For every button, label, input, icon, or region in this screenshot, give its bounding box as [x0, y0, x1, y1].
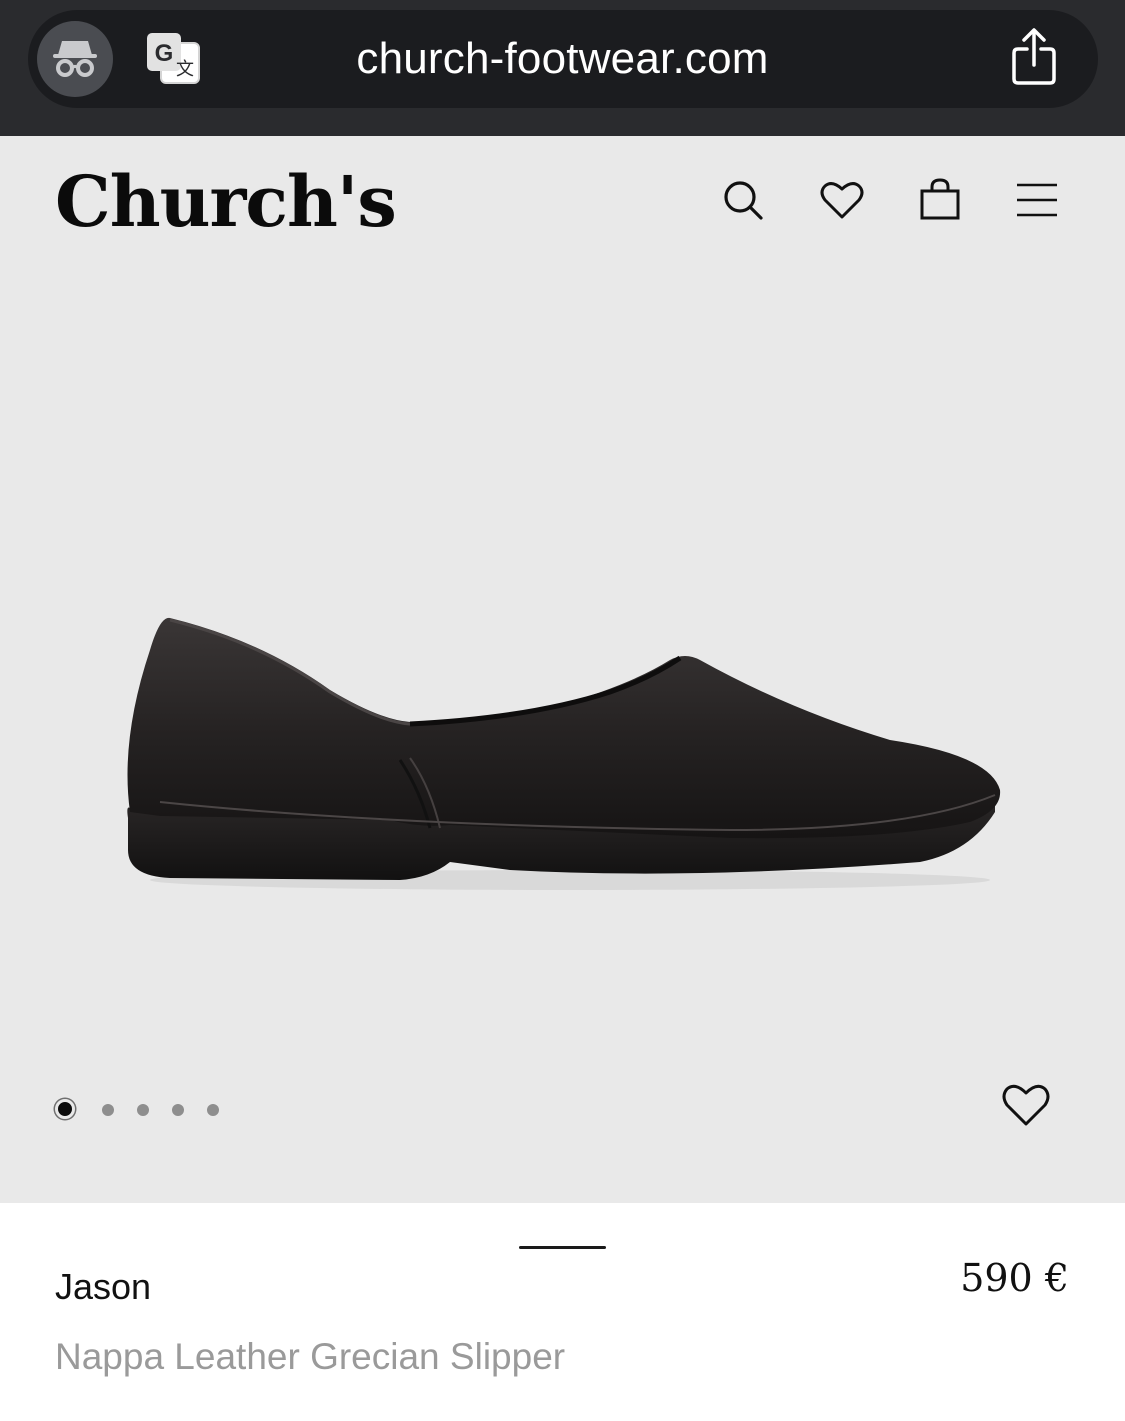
menu-icon: [1015, 182, 1059, 223]
heart-icon: [1002, 1083, 1050, 1132]
translate-icon: G 文: [145, 31, 201, 90]
svg-text:文: 文: [176, 59, 194, 80]
browser-toolbar: G 文 church-footwear.com: [0, 0, 1125, 136]
wishlist-button[interactable]: [814, 174, 870, 230]
carousel-dot-active[interactable]: [55, 1099, 75, 1119]
product-subtitle: Nappa Leather Grecian Slipper: [55, 1336, 566, 1377]
search-button[interactable]: [715, 174, 771, 230]
carousel-dot[interactable]: [137, 1104, 149, 1116]
product-name: Jason: [55, 1266, 152, 1307]
search-icon: [721, 178, 765, 227]
brand-logo[interactable]: Church's: [55, 162, 425, 242]
incognito-button[interactable]: [37, 21, 113, 97]
incognito-icon: [50, 35, 100, 84]
heart-icon: [820, 180, 864, 225]
carousel-dot[interactable]: [207, 1104, 219, 1116]
cart-button[interactable]: [912, 172, 968, 228]
share-icon: [1010, 27, 1058, 92]
share-button[interactable]: [1004, 27, 1064, 91]
carousel-dot[interactable]: [172, 1104, 184, 1116]
carousel-dot[interactable]: [102, 1104, 114, 1116]
translate-button[interactable]: G 文: [144, 32, 202, 88]
svg-text:G: G: [155, 40, 174, 67]
sheet-drag-handle[interactable]: [519, 1246, 606, 1249]
add-to-wishlist-button[interactable]: [1000, 1082, 1052, 1132]
url-text[interactable]: church-footwear.com: [250, 30, 875, 88]
product-image[interactable]: [90, 590, 1030, 910]
shopping-bag-icon: [918, 176, 962, 225]
product-price: 590 €: [960, 1256, 1069, 1300]
menu-button[interactable]: [1009, 174, 1065, 230]
